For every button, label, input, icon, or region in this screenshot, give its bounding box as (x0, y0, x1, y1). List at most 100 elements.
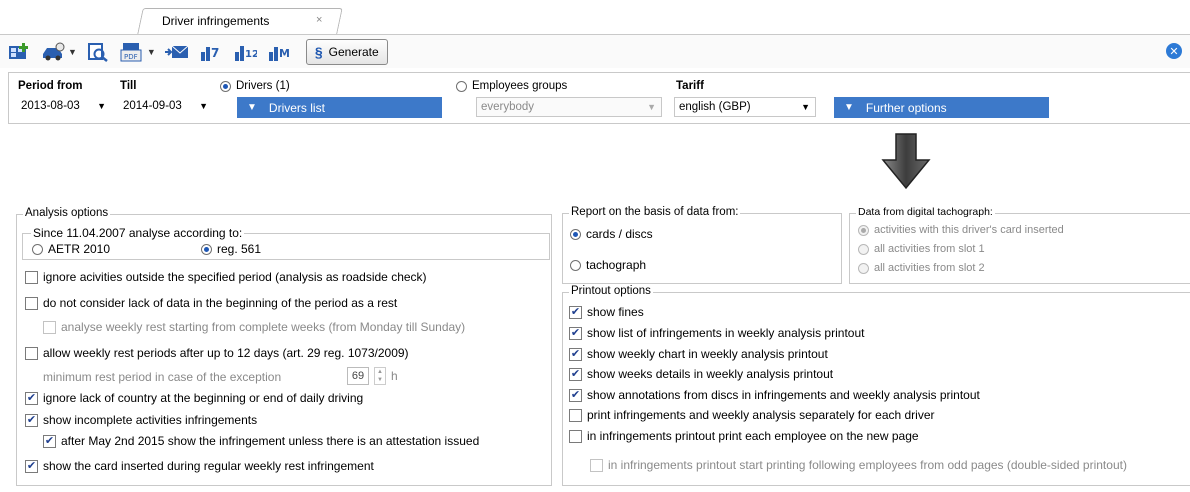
printout-option[interactable]: show annotations from discs in infringem… (569, 388, 980, 402)
new-report-icon[interactable] (6, 40, 32, 64)
analysis-option[interactable]: show the card inserted during regular we… (25, 459, 374, 473)
analysis-checkbox[interactable] (43, 434, 56, 448)
digital-radio-button[interactable] (858, 262, 869, 274)
employees-groups-radio[interactable]: Employees groups (456, 80, 567, 92)
analysis-checkbox[interactable] (25, 346, 38, 360)
tariff-label: Tariff (676, 80, 704, 92)
printout-checkbox[interactable] (569, 326, 582, 340)
analysis-checkbox[interactable] (43, 320, 56, 334)
printout-checkbox[interactable] (590, 458, 603, 472)
printout-option[interactable]: print infringements and weekly analysis … (569, 408, 935, 422)
digital-option-label: activities with this driver's card inser… (874, 224, 1064, 236)
reg-561-radio[interactable]: reg. 561 (201, 242, 261, 256)
till-select[interactable]: 2014-09-03 ▼ (118, 96, 214, 116)
printout-option-label: show fines (587, 305, 644, 319)
printout-checkbox[interactable] (569, 305, 582, 319)
analysis-option-label: show incomplete activities infringements (43, 413, 258, 427)
chevron-down-icon: ▼ (199, 101, 208, 111)
till-label: Till (120, 80, 137, 92)
cards-discs-radio[interactable]: cards / discs (570, 227, 653, 241)
printout-option[interactable]: in infringements printout print each emp… (569, 429, 919, 443)
period-from-select[interactable]: 2013-08-03 ▼ (16, 96, 112, 116)
printout-option-label: in infringements printout print each emp… (587, 429, 919, 443)
analysis-option[interactable]: ignore acivities outside the specified p… (25, 270, 427, 284)
report-basis-title: Report on the basis of data from: (569, 206, 741, 218)
reg-561-label: reg. 561 (217, 242, 262, 256)
min-rest-label: minimum rest period in case of the excep… (43, 370, 282, 384)
tab-driver-infringements[interactable]: Driver infringements × (148, 8, 338, 34)
generate-button[interactable]: § Generate (305, 38, 388, 65)
analysis-checkbox[interactable] (25, 270, 38, 284)
printout-option[interactable]: show list of infringements in weekly ana… (569, 326, 864, 340)
aetr-radio[interactable]: AETR 2010 (32, 242, 110, 256)
pdf-export-icon[interactable]: PDF (119, 40, 145, 64)
period-from-label: Period from (18, 80, 83, 92)
reg-561-radio-button[interactable] (201, 243, 212, 255)
analysis-checkbox[interactable] (25, 413, 38, 427)
triangle-down-icon: ▼ (247, 102, 257, 113)
digital-option[interactable]: all activities from slot 1 (858, 243, 985, 255)
email-icon[interactable] (164, 40, 190, 64)
triangle-down-icon: ▼ (844, 102, 854, 113)
close-panel-icon[interactable]: ✕ (1166, 43, 1182, 59)
drivers-radio-button[interactable] (220, 80, 231, 92)
tachograph-radio-button[interactable] (570, 259, 581, 271)
chart-7-icon[interactable]: 7 (198, 40, 224, 64)
printout-checkbox[interactable] (569, 429, 582, 443)
printout-option[interactable]: show weekly chart in weekly analysis pri… (569, 347, 828, 361)
analysis-checkbox[interactable] (25, 459, 38, 473)
aetr-radio-button[interactable] (32, 243, 43, 255)
digital-radio-button[interactable] (858, 243, 869, 255)
analysis-option[interactable]: after May 2nd 2015 show the infringement… (43, 434, 479, 448)
drivers-list-button[interactable]: ▼ Drivers list (237, 97, 442, 118)
print-preview-icon[interactable] (85, 40, 111, 64)
printout-option[interactable]: show fines (569, 305, 644, 319)
chart-m-icon[interactable]: M (266, 40, 292, 64)
pdf-dropdown-icon[interactable]: ▼ (147, 47, 156, 57)
analysis-option[interactable]: do not consider lack of data in the begi… (25, 296, 397, 310)
analysis-option-label: allow weekly rest periods after up to 12… (43, 346, 409, 360)
cards-discs-radio-button[interactable] (570, 228, 581, 240)
printout-checkbox[interactable] (569, 367, 582, 381)
spinner-arrows-icon[interactable]: ▲ ▼ (374, 367, 386, 385)
tachograph-label: tachograph (586, 258, 647, 272)
analysis-checkbox[interactable] (25, 296, 38, 310)
till-value: 2014-09-03 (123, 100, 182, 112)
drivers-radio[interactable]: Drivers (1) (220, 80, 290, 92)
digital-radio-button[interactable] (858, 224, 869, 236)
employees-groups-radio-button[interactable] (456, 80, 467, 92)
printout-option-label: show weeks details in weekly analysis pr… (587, 367, 834, 381)
digital-option-label: all activities from slot 2 (874, 262, 985, 274)
digital-tachograph-title: Data from digital tachograph: (856, 206, 995, 218)
tariff-select[interactable]: english (GBP) ▼ (674, 97, 816, 117)
min-rest-row: minimum rest period in case of the excep… (43, 370, 281, 384)
cards-discs-label: cards / discs (586, 227, 653, 241)
digital-option[interactable]: activities with this driver's card inser… (858, 224, 1064, 236)
car-filter-icon[interactable] (40, 40, 66, 64)
printout-checkbox[interactable] (569, 408, 582, 422)
analysis-checkbox[interactable] (25, 391, 38, 405)
min-rest-unit: h (391, 369, 398, 383)
analysis-option[interactable]: analyse weekly rest starting from comple… (43, 320, 465, 334)
analysis-options-title: Analysis options (23, 207, 111, 219)
digital-option[interactable]: all activities from slot 2 (858, 262, 985, 274)
further-options-button[interactable]: ▼ Further options (834, 97, 1049, 118)
printout-option[interactable]: in infringements printout start printing… (590, 458, 1127, 472)
min-rest-spinner[interactable]: 69 ▲ ▼ h (347, 367, 398, 385)
tachograph-radio[interactable]: tachograph (570, 258, 646, 272)
analysis-option-label: do not consider lack of data in the begi… (43, 296, 398, 310)
chart-12-icon[interactable]: 12 (232, 40, 258, 64)
chevron-down-icon: ▼ (647, 102, 656, 112)
car-filter-dropdown-icon[interactable]: ▼ (68, 47, 77, 57)
employees-groups-select[interactable]: everybody ▼ (476, 97, 662, 117)
analysis-option[interactable]: show incomplete activities infringements (25, 413, 257, 427)
tab-close-icon[interactable]: × (316, 14, 322, 26)
printout-checkbox[interactable] (569, 347, 582, 361)
analysis-option[interactable]: ignore lack of country at the beginning … (25, 391, 363, 405)
drivers-label: Drivers (1) (236, 80, 290, 92)
printout-checkbox[interactable] (569, 388, 582, 402)
printout-option[interactable]: show weeks details in weekly analysis pr… (569, 367, 833, 381)
tab-label: Driver infringements (162, 14, 270, 28)
min-rest-input[interactable]: 69 (347, 367, 369, 385)
analysis-option[interactable]: allow weekly rest periods after up to 12… (25, 346, 409, 360)
